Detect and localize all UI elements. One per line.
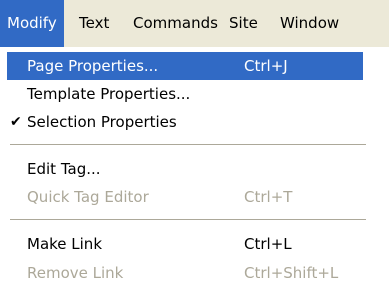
menu-item-label: Edit Tag... bbox=[27, 160, 101, 178]
menu-item-shortcut: Ctrl+Shift+L bbox=[244, 264, 339, 281]
menu-item-shortcut: Ctrl+J bbox=[244, 57, 288, 75]
menu-item-shortcut: Ctrl+L bbox=[244, 235, 292, 253]
menu-item-shortcut: Ctrl+T bbox=[244, 188, 293, 206]
menu-window[interactable]: Window bbox=[273, 0, 346, 47]
checkmark-icon: ✔ bbox=[10, 114, 22, 130]
menu-item-template-properties[interactable]: Template Properties... bbox=[7, 80, 363, 108]
menu-modify[interactable]: Modify bbox=[0, 0, 64, 47]
menu-item-label: Quick Tag Editor bbox=[27, 188, 149, 206]
menu-separator bbox=[10, 144, 366, 145]
menu-bar: Modify Text Commands Site Window bbox=[0, 0, 389, 48]
menu-commands[interactable]: Commands bbox=[126, 0, 225, 47]
menu-site[interactable]: Site bbox=[222, 0, 265, 47]
menu-item-selection-properties[interactable]: ✔ Selection Properties bbox=[7, 108, 363, 136]
menu-item-label: Remove Link bbox=[27, 264, 124, 281]
menu-item-label: Page Properties... bbox=[27, 57, 159, 75]
menu-item-remove-link[interactable]: Remove Link Ctrl+Shift+L bbox=[7, 259, 363, 281]
menu-item-label: Template Properties... bbox=[27, 85, 191, 103]
modify-dropdown-menu: Page Properties... Ctrl+J Template Prope… bbox=[0, 47, 389, 281]
menu-item-edit-tag[interactable]: Edit Tag... bbox=[7, 155, 363, 183]
menu-item-page-properties[interactable]: Page Properties... Ctrl+J bbox=[7, 52, 363, 80]
menu-text[interactable]: Text bbox=[72, 0, 116, 47]
menu-item-label: Selection Properties bbox=[27, 113, 177, 131]
menu-separator bbox=[10, 219, 366, 220]
menu-item-make-link[interactable]: Make Link Ctrl+L bbox=[7, 230, 363, 258]
menu-item-label: Make Link bbox=[27, 235, 102, 253]
menu-item-quick-tag-editor[interactable]: Quick Tag Editor Ctrl+T bbox=[7, 183, 363, 211]
